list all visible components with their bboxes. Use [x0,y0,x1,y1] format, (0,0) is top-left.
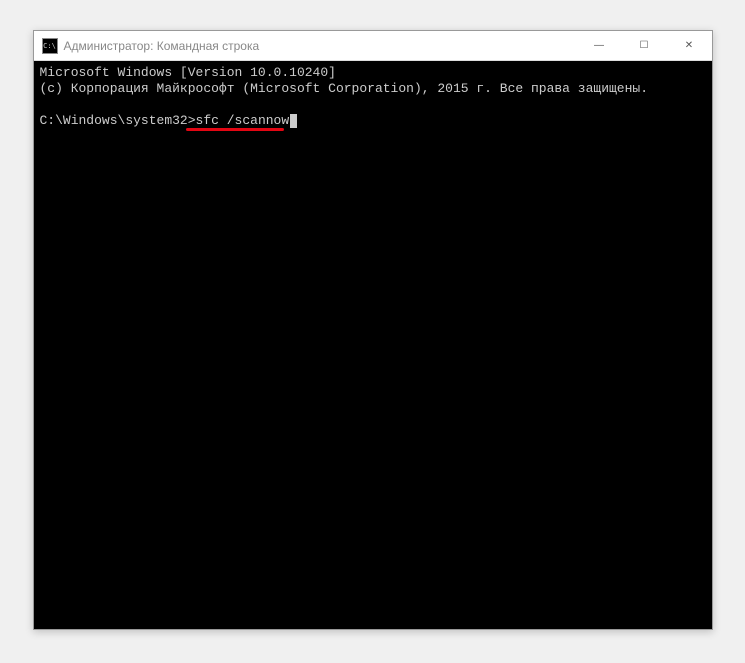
terminal-prompt-line: C:\Windows\system32>sfc /scannow [40,113,706,129]
command-prompt-window: C:\ Администратор: Командная строка — ☐ … [33,30,713,630]
maximize-button[interactable]: ☐ [622,31,667,60]
red-underline-annotation [186,128,284,131]
minimize-icon: — [594,40,604,51]
terminal-prompt: C:\Windows\system32> [40,113,196,128]
cmd-icon: C:\ [42,38,58,54]
close-button[interactable]: ✕ [667,31,712,60]
terminal-line-copyright: (c) Корпорация Майкрософт (Microsoft Cor… [40,81,706,97]
window-controls: — ☐ ✕ [577,31,712,60]
titlebar[interactable]: C:\ Администратор: Командная строка — ☐ … [34,31,712,61]
terminal-command: sfc /scannow [196,113,290,128]
minimize-button[interactable]: — [577,31,622,60]
terminal-area[interactable]: Microsoft Windows [Version 10.0.10240] (… [34,61,712,629]
cmd-icon-text: C:\ [43,42,56,50]
terminal-cursor [290,114,297,128]
maximize-icon: ☐ [640,40,649,51]
window-title: Администратор: Командная строка [64,39,577,53]
close-icon: ✕ [685,40,693,51]
terminal-line-version: Microsoft Windows [Version 10.0.10240] [40,65,706,81]
